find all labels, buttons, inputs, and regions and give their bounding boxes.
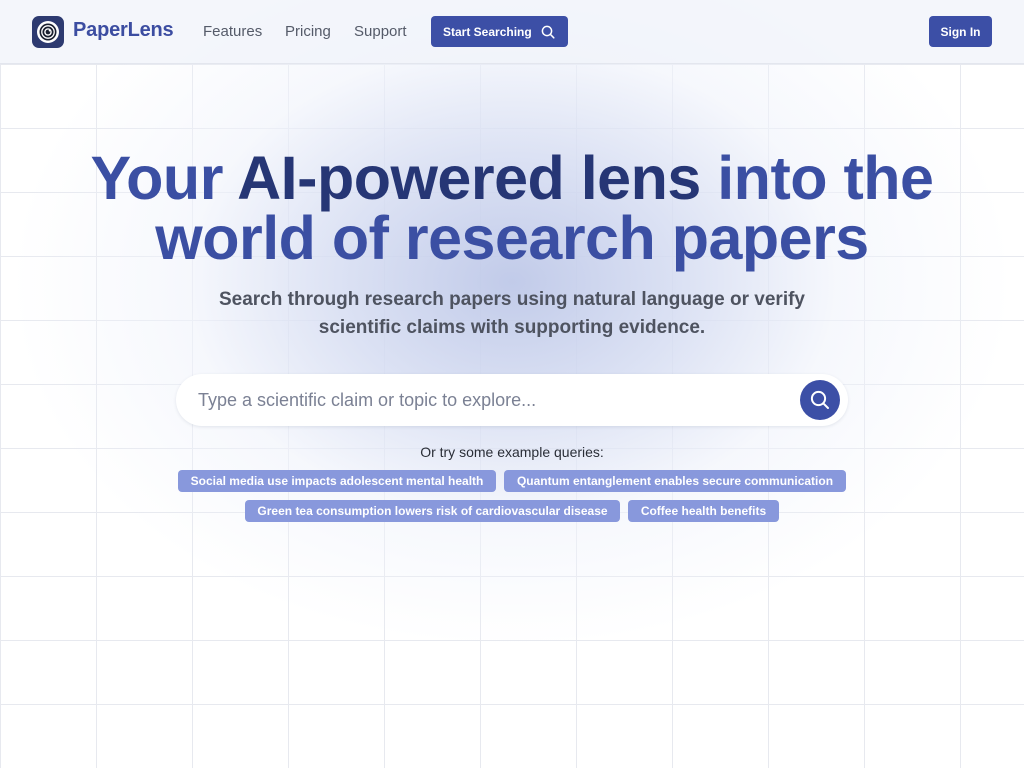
sign-in-button[interactable]: Sign In (929, 16, 992, 47)
start-searching-button[interactable]: Start Searching (431, 16, 568, 47)
nav-link-features[interactable]: Features (203, 23, 262, 40)
brand-name[interactable]: PaperLens (73, 19, 174, 42)
hero-title-part-1: Your (90, 144, 238, 212)
example-query-chip[interactable]: Quantum entanglement enables secure comm… (504, 470, 846, 492)
hero-title-line-2: world of research papers (155, 204, 869, 272)
hero-title: Your AI-powered lens into the world of r… (0, 148, 1024, 272)
nav-link-support[interactable]: Support (354, 23, 407, 40)
search-icon (810, 390, 829, 409)
search-input[interactable] (198, 388, 788, 412)
search-icon (541, 25, 555, 39)
example-query-chip[interactable]: Social media use impacts adolescent ment… (178, 470, 496, 492)
hero-subtitle: Search through research papers using nat… (218, 289, 805, 338)
background-glow (12, 0, 1012, 700)
lens-icon[interactable] (32, 16, 64, 48)
nav-link-pricing[interactable]: Pricing (285, 23, 331, 40)
search-bar (176, 374, 848, 426)
search-button[interactable] (800, 380, 840, 420)
hero-title-highlight: AI-powered lens (237, 144, 701, 212)
example-query-chip[interactable]: Coffee health benefits (628, 500, 779, 522)
sign-in-label: Sign In (940, 24, 981, 39)
top-nav-bar: PaperLens Features Pricing Support Start… (0, 0, 1024, 64)
example-queries-label: Or try some example queries: (420, 444, 604, 460)
start-searching-label: Start Searching (443, 24, 532, 39)
example-query-chip[interactable]: Green tea consumption lowers risk of car… (245, 500, 620, 522)
hero-title-part-3: into the (700, 144, 934, 212)
